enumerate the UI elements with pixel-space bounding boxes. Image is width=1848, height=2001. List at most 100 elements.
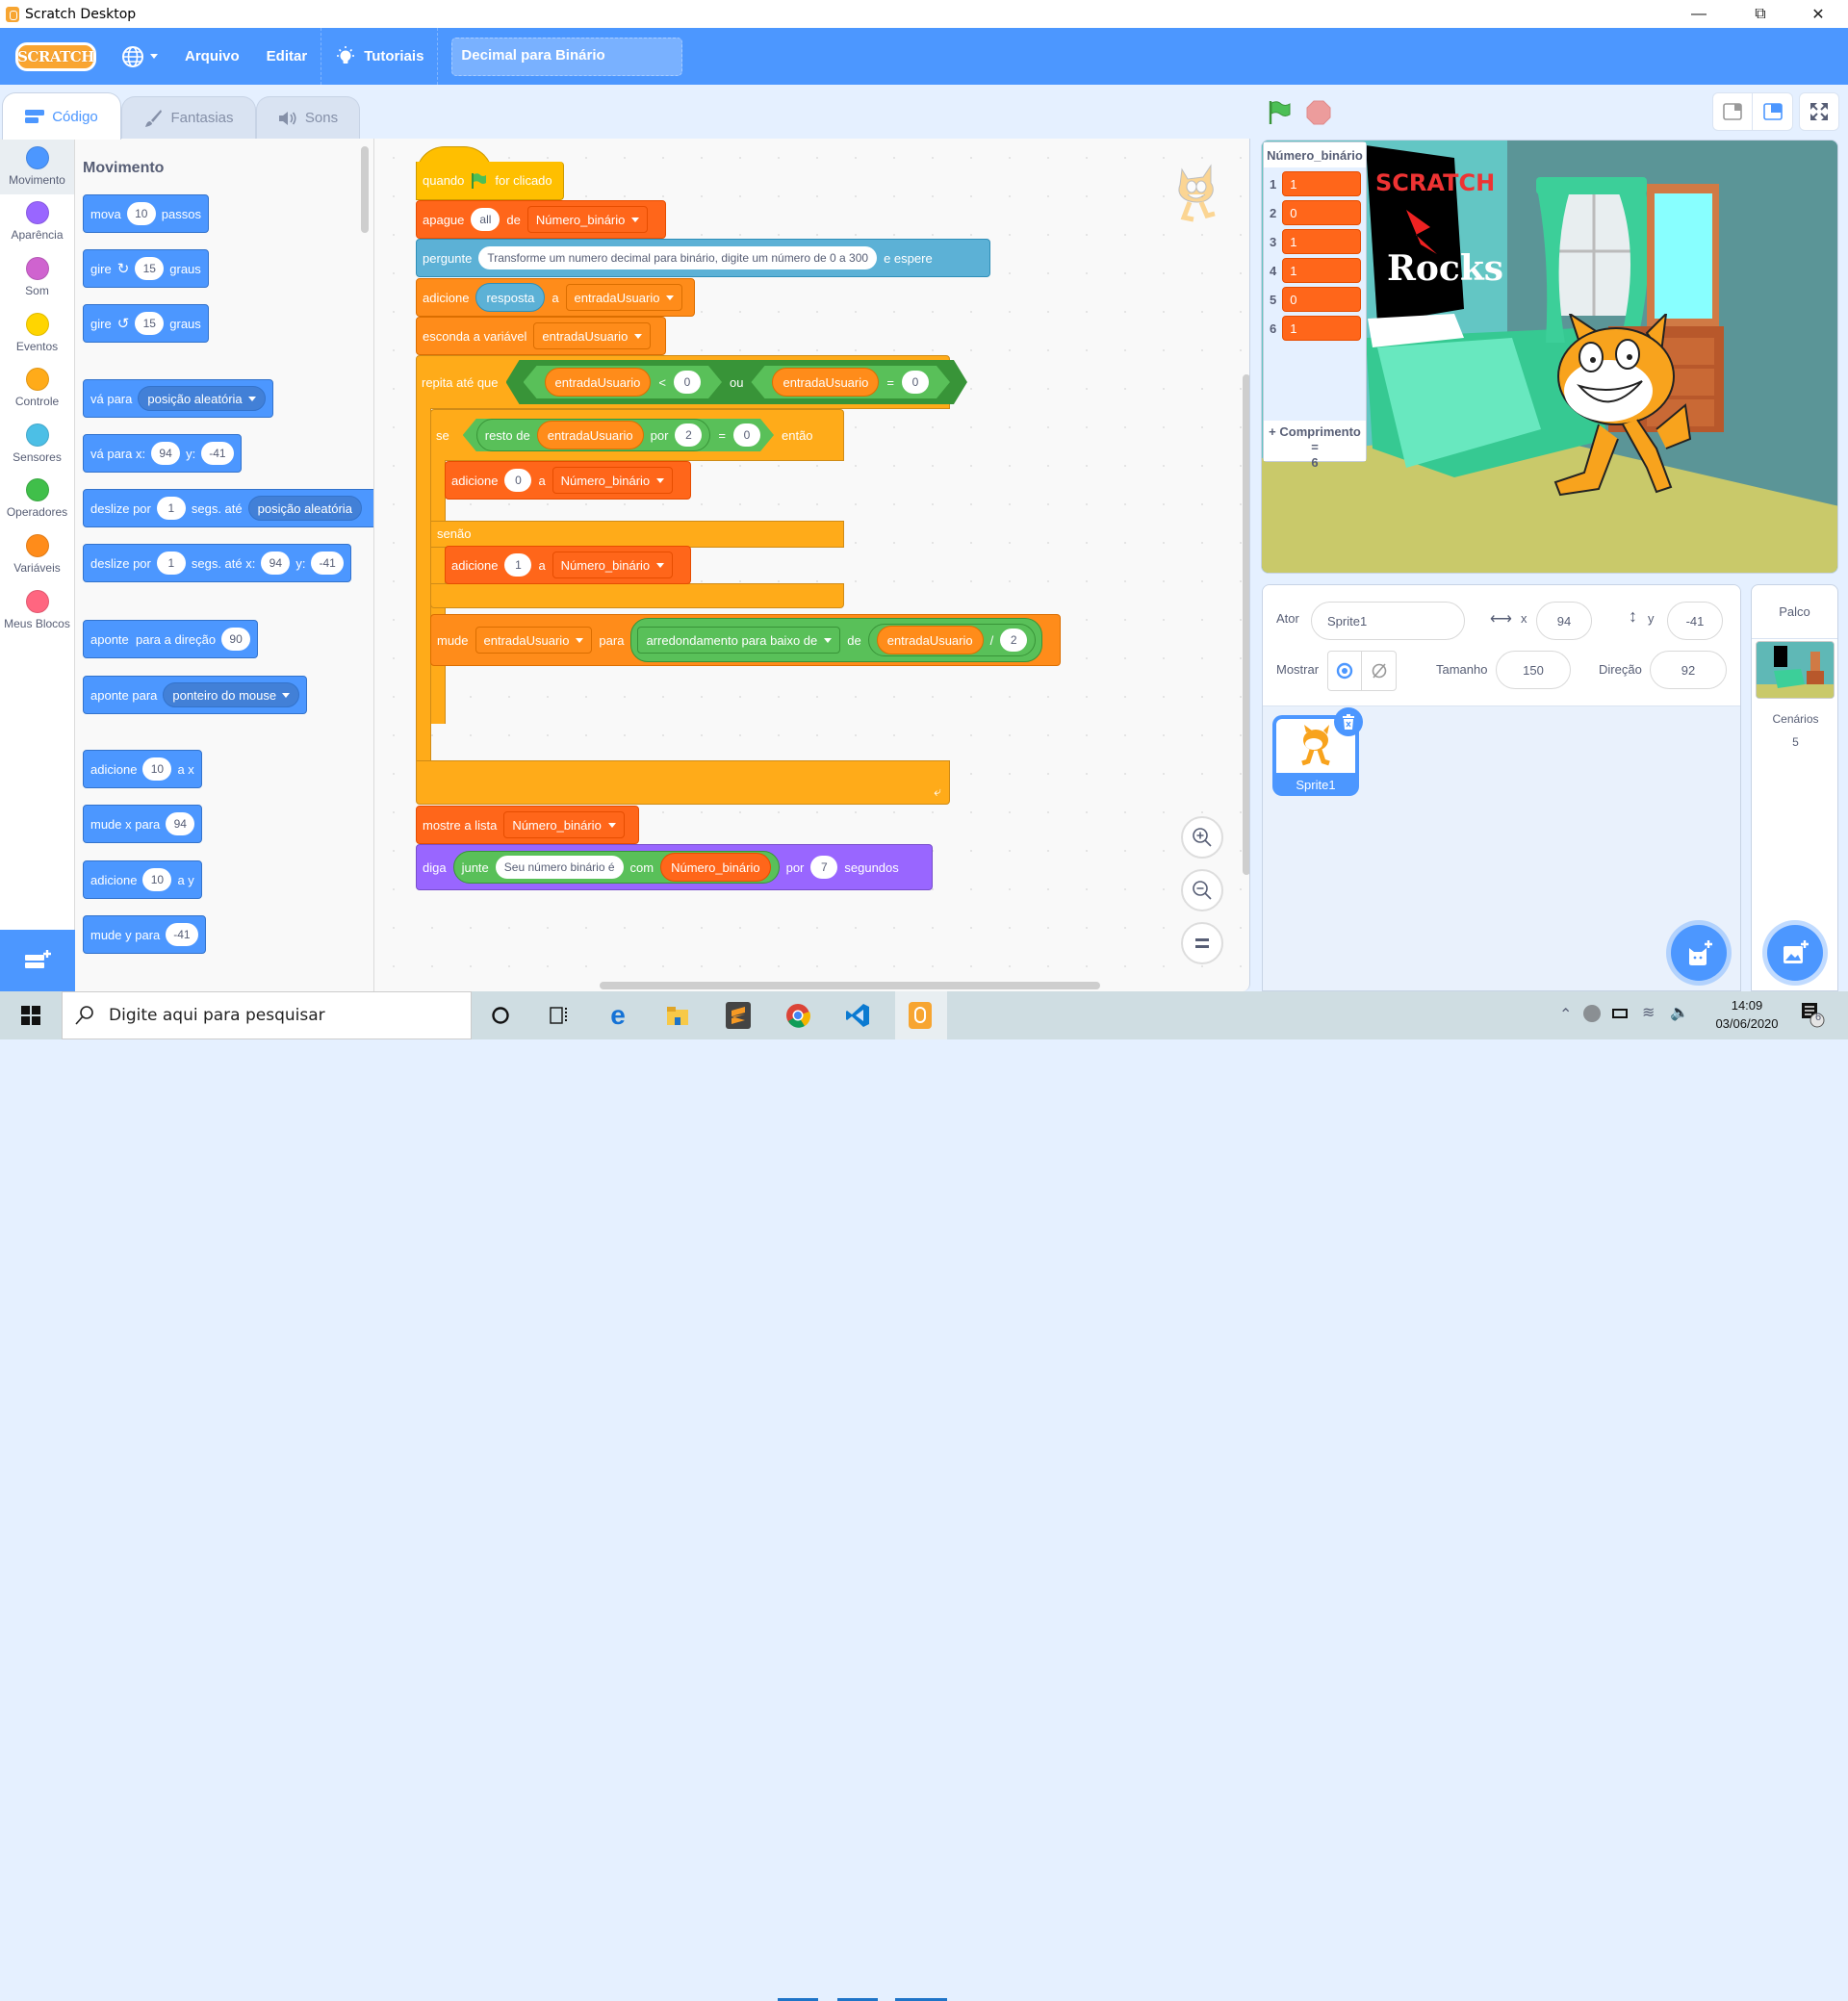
tab-sounds[interactable]: Sons <box>256 96 360 139</box>
divide-operator[interactable]: entradaUsuario / 2 <box>867 624 1037 656</box>
workspace-vertical-scrollbar[interactable] <box>1243 374 1249 875</box>
zoom-out-button[interactable] <box>1181 869 1223 911</box>
delete-sprite-button[interactable] <box>1334 707 1363 736</box>
variable-dropdown[interactable]: entradaUsuario <box>533 322 652 349</box>
close-icon[interactable]: ✕ <box>1796 0 1840 28</box>
list-value[interactable]: 1 <box>1282 229 1362 254</box>
size-input[interactable]: 150 <box>1496 651 1571 689</box>
block-delete-all-of-list[interactable]: apague all de Número_binário <box>416 200 666 239</box>
chrome-app[interactable] <box>783 1000 813 1031</box>
y-input[interactable]: -41 <box>201 442 234 465</box>
direction-input[interactable]: 92 <box>1650 651 1727 689</box>
number-input[interactable]: 10 <box>126 202 156 225</box>
onedrive-sync-icon[interactable] <box>1583 1005 1601 1022</box>
add-backdrop-button[interactable] <box>1767 925 1823 981</box>
list-monitor[interactable]: Número_binário 11 20 31 41 50 61 + Compr… <box>1263 141 1367 470</box>
hide-sprite-button[interactable] <box>1362 652 1396 690</box>
list-value[interactable]: 1 <box>1282 171 1362 196</box>
block-change-y[interactable]: adicione 10 a y <box>83 860 202 899</box>
sprite-cat[interactable] <box>1541 314 1695 506</box>
menu-tutorials[interactable]: Tutoriais <box>321 28 437 85</box>
variable-reporter[interactable]: entradaUsuario <box>772 368 879 397</box>
number-input[interactable]: 0 <box>733 423 760 447</box>
battery-icon[interactable] <box>1612 1009 1628 1018</box>
block-say-for-secs[interactable]: diga junte Seu número binário é com Núme… <box>416 844 933 890</box>
number-input[interactable]: 0 <box>674 371 701 394</box>
category-events[interactable]: Eventos <box>0 305 74 361</box>
block-change-x[interactable]: adicione 10 a x <box>83 750 202 788</box>
number-input[interactable]: 90 <box>221 628 251 651</box>
block-go-to[interactable]: vá para posição aleatória <box>83 379 273 418</box>
palette-scrollbar[interactable] <box>361 146 369 233</box>
block-turn-right[interactable]: gire ↻ 15 graus <box>83 249 209 288</box>
block-show-list[interactable]: mostre a lista Número_binário <box>416 806 639 844</box>
y-position-input[interactable]: -41 <box>1667 602 1723 640</box>
zoom-in-button[interactable] <box>1181 816 1223 859</box>
equals-operator[interactable]: resto de entradaUsuario por 2 = 0 <box>463 419 774 451</box>
sprite-name-input[interactable]: Sprite1 <box>1311 602 1465 640</box>
block-hide-variable[interactable]: esconda a variável entradaUsuario <box>416 317 666 355</box>
vscode-app[interactable] <box>842 1000 873 1031</box>
block-point-towards[interactable]: aponte para ponteiro do mouse <box>83 676 308 714</box>
list-dropdown[interactable]: Número_binário <box>552 552 674 578</box>
math-function-operator[interactable]: arredondamento para baixo de de entradaU… <box>630 618 1043 662</box>
block-set-variable[interactable]: mude entradaUsuario para arredondamento … <box>430 614 1061 666</box>
seconds-input[interactable]: 7 <box>810 856 838 879</box>
block-add-1-to-list[interactable]: adicione 1 a Número_binário <box>445 546 691 584</box>
edge-app[interactable]: e <box>603 1000 633 1031</box>
number-input[interactable]: -41 <box>166 923 198 946</box>
show-sprite-button[interactable] <box>1328 652 1363 690</box>
code-workspace[interactable]: quando for clicado apague all de Número_… <box>374 139 1250 991</box>
large-stage-button[interactable] <box>1753 93 1792 130</box>
volume-icon[interactable]: 🔈 <box>1670 1003 1689 1022</box>
scratch-app[interactable] <box>905 1000 936 1031</box>
category-my-blocks[interactable]: Meus Blocos <box>0 582 74 638</box>
small-stage-button[interactable] <box>1713 93 1754 130</box>
x-input[interactable]: 94 <box>151 442 181 465</box>
sublime-app[interactable] <box>723 1000 754 1031</box>
target-dropdown[interactable]: posição aleatória <box>138 386 266 411</box>
equals-operator[interactable]: entradaUsuario = 0 <box>751 366 949 398</box>
block-set-y[interactable]: mude y para -41 <box>83 915 206 954</box>
language-menu[interactable] <box>108 28 171 85</box>
tab-code[interactable]: Código <box>2 92 121 140</box>
block-ask-and-wait[interactable]: pergunte Transforme um numero decimal pa… <box>416 239 990 277</box>
restore-icon[interactable]: ⧉ <box>1738 0 1783 28</box>
system-clock[interactable]: 14:09 03/06/2020 <box>1704 996 1790 1033</box>
show-hidden-icons[interactable]: ⌃ <box>1559 1005 1572 1024</box>
taskbar-search-box[interactable]: Digite aqui para pesquisar <box>62 991 472 1039</box>
number-input[interactable]: 15 <box>135 257 165 280</box>
index-input[interactable]: all <box>471 208 500 231</box>
number-input[interactable]: 0 <box>902 371 929 394</box>
minimize-icon[interactable]: — <box>1677 0 1721 28</box>
stage-target-panel[interactable]: Palco Cenários 5 <box>1751 584 1838 991</box>
category-variables[interactable]: Variáveis <box>0 526 74 582</box>
number-input[interactable]: 2 <box>675 423 702 447</box>
list-dropdown[interactable]: Número_binário <box>552 467 674 494</box>
block-move-steps[interactable]: mova 10 passos <box>83 194 209 233</box>
list-value[interactable]: 0 <box>1282 200 1362 225</box>
list-value[interactable]: 1 <box>1282 258 1362 283</box>
variable-dropdown[interactable]: entradaUsuario <box>475 627 593 654</box>
block-add-0-to-list[interactable]: adicione 0 a Número_binário <box>445 461 691 500</box>
cortana-button[interactable] <box>485 1000 516 1031</box>
number-input[interactable]: 10 <box>142 868 172 891</box>
answer-reporter[interactable]: resposta <box>475 283 546 312</box>
wifi-icon[interactable]: ≋ <box>1642 1003 1655 1022</box>
category-motion[interactable]: Movimento <box>0 139 74 194</box>
category-sensing[interactable]: Sensores <box>0 416 74 472</box>
add-item-button[interactable]: + <box>1269 424 1276 439</box>
scratch-logo[interactable]: SCRATCH <box>15 41 96 71</box>
project-title-input[interactable]: Decimal para Binário <box>451 37 683 76</box>
tab-costumes[interactable]: Fantasias <box>121 96 256 139</box>
mod-operator[interactable]: resto de entradaUsuario por 2 <box>476 419 711 451</box>
number-input[interactable]: 15 <box>135 312 165 335</box>
target-dropdown[interactable]: posição aleatória <box>247 496 362 521</box>
list-dropdown[interactable]: Número_binário <box>503 811 625 838</box>
stage[interactable]: SCRATCH Rocks Número_binário 1 1 2 0 3 1… <box>1261 140 1838 574</box>
block-glide-xy[interactable]: deslize por 1 segs. até x: 94 y: -41 <box>83 544 351 582</box>
item-input[interactable]: 0 <box>504 469 532 492</box>
y-input[interactable]: -41 <box>311 552 344 575</box>
list-value[interactable]: 1 <box>1282 316 1362 341</box>
question-input[interactable]: Transforme um numero decimal para binári… <box>478 246 878 269</box>
